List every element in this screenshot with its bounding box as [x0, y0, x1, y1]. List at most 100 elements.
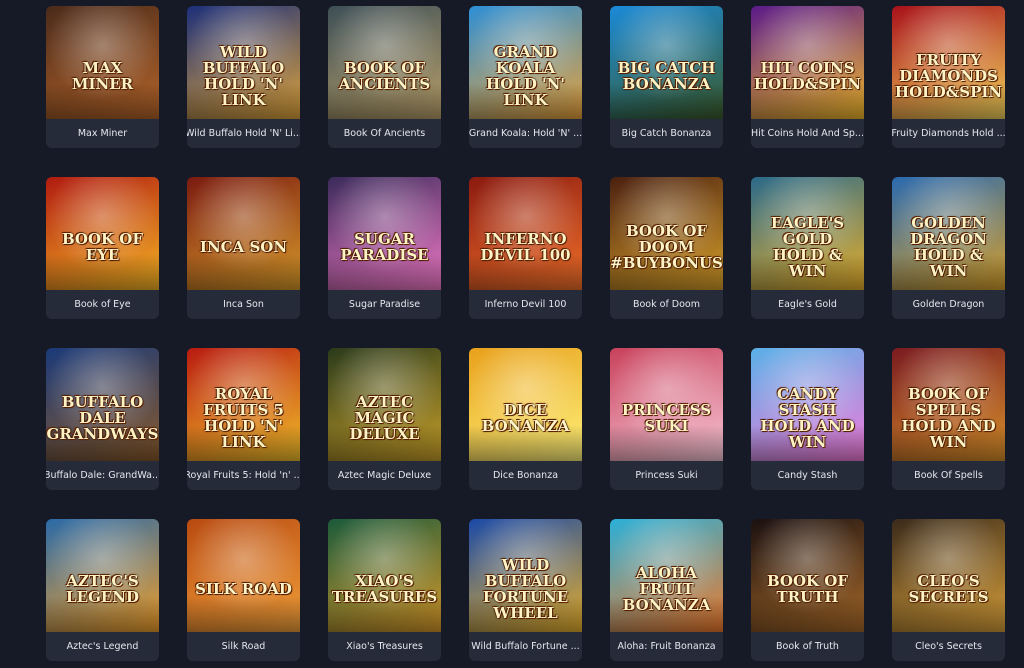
game-card[interactable]: AZTEC'S LEGEND Aztec's Legend: [46, 519, 159, 661]
game-card[interactable]: XIAO'S TREASURES Xiao's Treasures: [328, 519, 441, 661]
game-logo: GRAND KOALA HOLD 'N' LINK: [486, 42, 565, 109]
game-logo: CLEO'S SECRETS: [908, 571, 989, 606]
game-title[interactable]: Buffalo Dale: GrandWa...: [46, 461, 159, 490]
game-logo: INFERNO DEVIL 100: [480, 229, 571, 264]
game-card[interactable]: GOLDEN DRAGON HOLD & WIN Golden Dragon: [892, 177, 1005, 319]
game-card[interactable]: SILK ROAD Silk Road: [187, 519, 300, 661]
game-title[interactable]: Cleo's Secrets: [892, 632, 1005, 661]
game-card[interactable]: BOOK OF EYE Book of Eye: [46, 177, 159, 319]
game-grid: MAX MINER Max Miner WILD BUFFALO HOLD 'N' …: [46, 6, 1005, 661]
game-thumbnail[interactable]: WILD BUFFALO FORTUNE WHEEL: [469, 519, 582, 632]
game-title[interactable]: Sugar Paradise: [328, 290, 441, 319]
game-thumbnail[interactable]: BOOK OF DOOM #BUYBONUS: [610, 177, 723, 290]
game-title[interactable]: Big Catch Bonanza: [610, 119, 723, 148]
game-card[interactable]: PRINCESS SUKI Princess Suki: [610, 348, 723, 490]
game-thumbnail[interactable]: PRINCESS SUKI: [610, 348, 723, 461]
game-logo: SUGAR PARADISE: [340, 229, 429, 264]
game-logo: CANDY STASH HOLD AND WIN: [760, 384, 855, 451]
game-card[interactable]: SUGAR PARADISE Sugar Paradise: [328, 177, 441, 319]
game-card[interactable]: WILD BUFFALO HOLD 'N' LINK Wild Buffalo H…: [187, 6, 300, 148]
game-thumbnail[interactable]: BOOK OF EYE: [46, 177, 159, 290]
game-title[interactable]: Grand Koala: Hold 'N' ...: [469, 119, 582, 148]
game-logo: BOOK OF ANCIENTS: [338, 58, 431, 93]
game-thumbnail[interactable]: INCA SON: [187, 177, 300, 290]
game-title[interactable]: Aloha: Fruit Bonanza: [610, 632, 723, 661]
game-card[interactable]: BOOK OF SPELLS HOLD AND WIN Book Of Spell…: [892, 348, 1005, 490]
game-thumbnail[interactable]: BUFFALO DALE GRANDWAYS: [46, 348, 159, 461]
game-card[interactable]: ALOHA FRUIT BONANZA Aloha: Fruit Bonanza: [610, 519, 723, 661]
game-logo: GOLDEN DRAGON HOLD & WIN: [910, 213, 987, 280]
game-title[interactable]: Hit Coins Hold And Sp...: [751, 119, 864, 148]
game-thumbnail[interactable]: INFERNO DEVIL 100: [469, 177, 582, 290]
game-logo: HIT COINS HOLD&SPIN: [753, 58, 862, 93]
game-title[interactable]: Inca Son: [187, 290, 300, 319]
game-thumbnail[interactable]: AZTEC MAGIC DELUXE: [328, 348, 441, 461]
game-title[interactable]: Dice Bonanza: [469, 461, 582, 490]
game-card[interactable]: AZTEC MAGIC DELUXE Aztec Magic Deluxe: [328, 348, 441, 490]
game-card[interactable]: MAX MINER Max Miner: [46, 6, 159, 148]
game-title[interactable]: Book of Truth: [751, 632, 864, 661]
game-card[interactable]: GRAND KOALA HOLD 'N' LINK Grand Koala: Ho…: [469, 6, 582, 148]
game-title[interactable]: Wild Buffalo Hold 'N' Li...: [187, 119, 300, 148]
game-title[interactable]: Candy Stash: [751, 461, 864, 490]
game-title[interactable]: Golden Dragon: [892, 290, 1005, 319]
game-thumbnail[interactable]: GOLDEN DRAGON HOLD & WIN: [892, 177, 1005, 290]
game-title[interactable]: Aztec's Legend: [46, 632, 159, 661]
game-title[interactable]: Inferno Devil 100: [469, 290, 582, 319]
game-thumbnail[interactable]: CANDY STASH HOLD AND WIN: [751, 348, 864, 461]
game-thumbnail[interactable]: BOOK OF TRUTH: [751, 519, 864, 632]
game-logo: WILD BUFFALO HOLD 'N' LINK: [202, 42, 285, 109]
game-card[interactable]: INCA SON Inca Son: [187, 177, 300, 319]
game-card[interactable]: BOOK OF TRUTH Book of Truth: [751, 519, 864, 661]
game-card[interactable]: ROYAL FRUITS 5 HOLD 'N' LINK Royal Fruits…: [187, 348, 300, 490]
game-card[interactable]: HIT COINS HOLD&SPIN Hit Coins Hold And Sp…: [751, 6, 864, 148]
game-title[interactable]: Fruity Diamonds Hold ...: [892, 119, 1005, 148]
game-thumbnail[interactable]: XIAO'S TREASURES: [328, 519, 441, 632]
game-thumbnail[interactable]: MAX MINER: [46, 6, 159, 119]
game-thumbnail[interactable]: BOOK OF SPELLS HOLD AND WIN: [892, 348, 1005, 461]
game-thumbnail[interactable]: SUGAR PARADISE: [328, 177, 441, 290]
game-card[interactable]: FRUITY DIAMONDS HOLD&SPIN Fruity Diamonds…: [892, 6, 1005, 148]
game-title[interactable]: Book of Eye: [46, 290, 159, 319]
game-card[interactable]: BOOK OF ANCIENTS Book Of Ancients: [328, 6, 441, 148]
game-card[interactable]: INFERNO DEVIL 100 Inferno Devil 100: [469, 177, 582, 319]
game-thumbnail[interactable]: EAGLE'S GOLD HOLD & WIN: [751, 177, 864, 290]
game-title[interactable]: Xiao's Treasures: [328, 632, 441, 661]
game-thumbnail[interactable]: BOOK OF ANCIENTS: [328, 6, 441, 119]
game-card[interactable]: CLEO'S SECRETS Cleo's Secrets: [892, 519, 1005, 661]
game-title[interactable]: Royal Fruits 5: Hold 'n' ...: [187, 461, 300, 490]
game-card[interactable]: BIG CATCH BONANZA Big Catch Bonanza: [610, 6, 723, 148]
game-thumbnail[interactable]: BIG CATCH BONANZA: [610, 6, 723, 119]
game-logo: DICE BONANZA: [481, 400, 570, 435]
game-title[interactable]: Book of Doom: [610, 290, 723, 319]
game-thumbnail[interactable]: ROYAL FRUITS 5 HOLD 'N' LINK: [187, 348, 300, 461]
game-thumbnail[interactable]: DICE BONANZA: [469, 348, 582, 461]
game-thumbnail[interactable]: HIT COINS HOLD&SPIN: [751, 6, 864, 119]
game-card[interactable]: BUFFALO DALE GRANDWAYS Buffalo Dale: Gran…: [46, 348, 159, 490]
game-thumbnail[interactable]: SILK ROAD: [187, 519, 300, 632]
game-thumbnail[interactable]: AZTEC'S LEGEND: [46, 519, 159, 632]
game-title[interactable]: Wild Buffalo Fortune ...: [469, 632, 582, 661]
game-title[interactable]: Silk Road: [187, 632, 300, 661]
game-card[interactable]: DICE BONANZA Dice Bonanza: [469, 348, 582, 490]
game-title[interactable]: Princess Suki: [610, 461, 723, 490]
game-thumbnail[interactable]: ALOHA FRUIT BONANZA: [610, 519, 723, 632]
game-logo: XIAO'S TREASURES: [331, 571, 438, 606]
game-logo: AZTEC MAGIC DELUXE: [349, 392, 420, 443]
game-logo: BOOK OF TRUTH: [766, 571, 849, 606]
game-thumbnail[interactable]: CLEO'S SECRETS: [892, 519, 1005, 632]
game-card[interactable]: EAGLE'S GOLD HOLD & WIN Eagle's Gold: [751, 177, 864, 319]
game-title[interactable]: Book Of Ancients: [328, 119, 441, 148]
game-thumbnail[interactable]: GRAND KOALA HOLD 'N' LINK: [469, 6, 582, 119]
game-title[interactable]: Book Of Spells: [892, 461, 1005, 490]
game-card[interactable]: BOOK OF DOOM #BUYBONUS Book of Doom: [610, 177, 723, 319]
game-title[interactable]: Eagle's Gold: [751, 290, 864, 319]
game-card[interactable]: CANDY STASH HOLD AND WIN Candy Stash: [751, 348, 864, 490]
game-thumbnail[interactable]: WILD BUFFALO HOLD 'N' LINK: [187, 6, 300, 119]
game-logo: SILK ROAD: [195, 579, 292, 598]
game-title[interactable]: Aztec Magic Deluxe: [328, 461, 441, 490]
game-card[interactable]: WILD BUFFALO FORTUNE WHEEL Wild Buffalo F…: [469, 519, 582, 661]
game-thumbnail[interactable]: FRUITY DIAMONDS HOLD&SPIN: [892, 6, 1005, 119]
game-logo: ROYAL FRUITS 5 HOLD 'N' LINK: [203, 384, 284, 451]
game-title[interactable]: Max Miner: [46, 119, 159, 148]
